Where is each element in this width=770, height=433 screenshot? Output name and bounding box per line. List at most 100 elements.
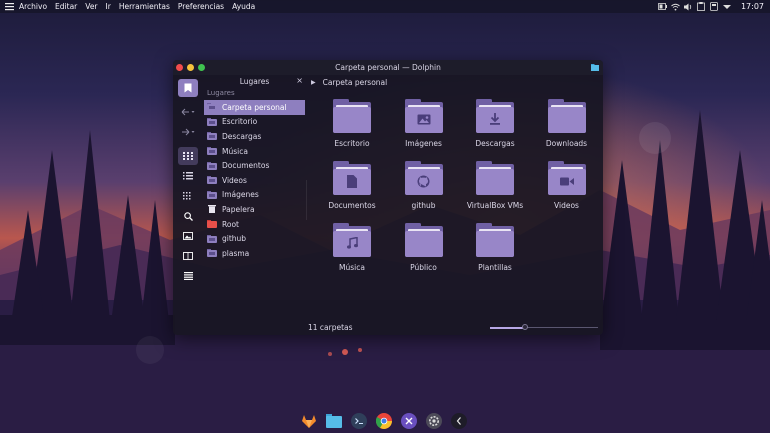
- places-item-label: Documentos: [222, 161, 270, 171]
- settings-icon[interactable]: [425, 412, 443, 430]
- details-view-button[interactable]: [178, 167, 198, 185]
- files-icon[interactable]: [325, 412, 343, 430]
- window-titlebar[interactable]: Carpeta personal — Dolphin: [173, 60, 603, 75]
- window-controls: [176, 64, 205, 71]
- terminal-icon[interactable]: [350, 412, 368, 430]
- clock[interactable]: 17:07: [741, 2, 764, 11]
- back-button[interactable]: [178, 103, 198, 121]
- image-icon: [183, 232, 193, 240]
- window-title: Carpeta personal — Dolphin: [335, 63, 441, 72]
- volume-icon[interactable]: [683, 2, 693, 11]
- places-item-videos[interactable]: Videos: [204, 173, 305, 188]
- places-item-label: Root: [222, 219, 239, 229]
- menu-herramientas[interactable]: Herramientas: [119, 2, 170, 11]
- home-folder-icon: [207, 103, 217, 112]
- folder-icon: [404, 223, 443, 257]
- menu-ver[interactable]: Ver: [85, 2, 97, 11]
- clipboard-icon[interactable]: [697, 2, 706, 11]
- places-item-imágenes[interactable]: Imágenes: [204, 188, 305, 203]
- folder-tile-imágenes[interactable]: Imágenes: [388, 99, 460, 161]
- folder-icon: [476, 223, 514, 257]
- places-panel-title: Lugares: [239, 76, 270, 86]
- github-folder-icon: [207, 234, 217, 243]
- folder-tile-documentos[interactable]: Documentos: [316, 161, 388, 223]
- compact-view-button[interactable]: [178, 187, 198, 205]
- apps-icon[interactable]: [450, 412, 468, 430]
- places-item-descargas[interactable]: Descargas: [204, 129, 305, 144]
- search-icon: [183, 211, 193, 221]
- folder-tile-videos[interactable]: Videos: [531, 161, 603, 223]
- close-button[interactable]: [176, 64, 183, 71]
- folder-tile-música[interactable]: Música: [316, 223, 388, 285]
- wifi-icon[interactable]: [671, 2, 680, 11]
- device-notifier-icon[interactable]: [710, 2, 719, 11]
- split-view-button[interactable]: [178, 247, 198, 265]
- hamburger-menu-button[interactable]: [178, 267, 198, 285]
- folder-tile-descargas[interactable]: Descargas: [459, 99, 531, 161]
- zoom-slider-handle[interactable]: [521, 324, 528, 330]
- panel-splitter[interactable]: [306, 180, 307, 220]
- places-item-documentos[interactable]: Documentos: [204, 158, 305, 173]
- battery-icon[interactable]: [658, 2, 667, 11]
- places-toggle-button[interactable]: [178, 79, 198, 97]
- gitlab-icon[interactable]: [300, 412, 318, 430]
- folder-tile-virtualbox-vms[interactable]: VirtualBox VMs: [459, 161, 531, 223]
- forward-button[interactable]: [178, 123, 198, 141]
- places-panel-close-button[interactable]: ×: [296, 76, 303, 85]
- menu-ayuda[interactable]: Ayuda: [232, 2, 255, 11]
- image-icon: [417, 114, 431, 127]
- folder-tile-downloads[interactable]: Downloads: [531, 99, 603, 161]
- dock: [300, 412, 468, 432]
- places-panel: Lugares × Lugares Carpeta personal Escrit…: [204, 75, 305, 321]
- folder-icon: [547, 99, 586, 133]
- places-item-label: Papelera: [222, 204, 255, 214]
- folder-tile-plantillas[interactable]: Plantillas: [459, 223, 531, 285]
- places-item-github[interactable]: github: [204, 231, 305, 246]
- system-tray: 17:07: [658, 0, 764, 13]
- folder-tile-escritorio[interactable]: Escritorio: [316, 99, 388, 161]
- folder-icon: [404, 99, 443, 133]
- preview-button[interactable]: [178, 227, 198, 245]
- maximize-button[interactable]: [198, 64, 205, 71]
- folder-tile-público[interactable]: Público: [388, 223, 460, 285]
- hamburger-menu-icon: [183, 272, 193, 280]
- pictures-folder-icon: [207, 190, 217, 199]
- desktop-folder-icon: [207, 117, 217, 126]
- menu-preferencias[interactable]: Preferencias: [178, 2, 224, 11]
- icons-view-button[interactable]: [178, 147, 198, 165]
- places-item-label: Descargas: [222, 131, 262, 141]
- plasma-folder-icon: [207, 249, 217, 258]
- folder-tile-github[interactable]: github: [388, 161, 460, 223]
- breadcrumb-chevron-icon[interactable]: ▶: [311, 79, 316, 86]
- places-item-música[interactable]: Música: [204, 144, 305, 159]
- menu-ir[interactable]: Ir: [106, 2, 111, 11]
- folder-label: Plantillas: [478, 263, 512, 272]
- search-button[interactable]: [178, 207, 198, 225]
- music-folder-icon: [207, 147, 217, 156]
- places-item-label: Carpeta personal: [222, 102, 287, 112]
- folder-label: Videos: [554, 201, 579, 210]
- zoom-slider[interactable]: [490, 324, 598, 330]
- menu-archivo[interactable]: Archivo: [19, 2, 47, 11]
- bookmark-icon: [184, 83, 192, 93]
- minimize-button[interactable]: [187, 64, 194, 71]
- menu-editar[interactable]: Editar: [55, 2, 77, 11]
- breadcrumb-current[interactable]: Carpeta personal: [323, 78, 388, 87]
- places-item-papelera[interactable]: Papelera: [204, 202, 305, 217]
- main-view: ▶ Carpeta personal Escritorio Imágenes Des…: [308, 75, 603, 321]
- top-panel: Archivo Editar Ver Ir Herramientas Prefe…: [0, 0, 770, 13]
- chrome-icon[interactable]: [375, 412, 393, 430]
- places-item-root[interactable]: Root: [204, 217, 305, 232]
- document-icon: [347, 174, 357, 190]
- root-folder-icon: [207, 220, 217, 229]
- places-group-label: Lugares: [207, 89, 235, 97]
- app-launcher-icon[interactable]: [4, 2, 14, 12]
- folder-label: Público: [410, 263, 437, 272]
- breadcrumb[interactable]: ▶ Carpeta personal: [308, 75, 603, 90]
- compact-view-icon: [183, 192, 191, 200]
- visual-studio-icon[interactable]: [400, 412, 418, 430]
- places-item-escritorio[interactable]: Escritorio: [204, 115, 305, 130]
- places-item-plasma[interactable]: plasma: [204, 246, 305, 261]
- tray-expand-icon[interactable]: [723, 2, 732, 11]
- places-item-carpeta-personal[interactable]: Carpeta personal: [204, 100, 305, 115]
